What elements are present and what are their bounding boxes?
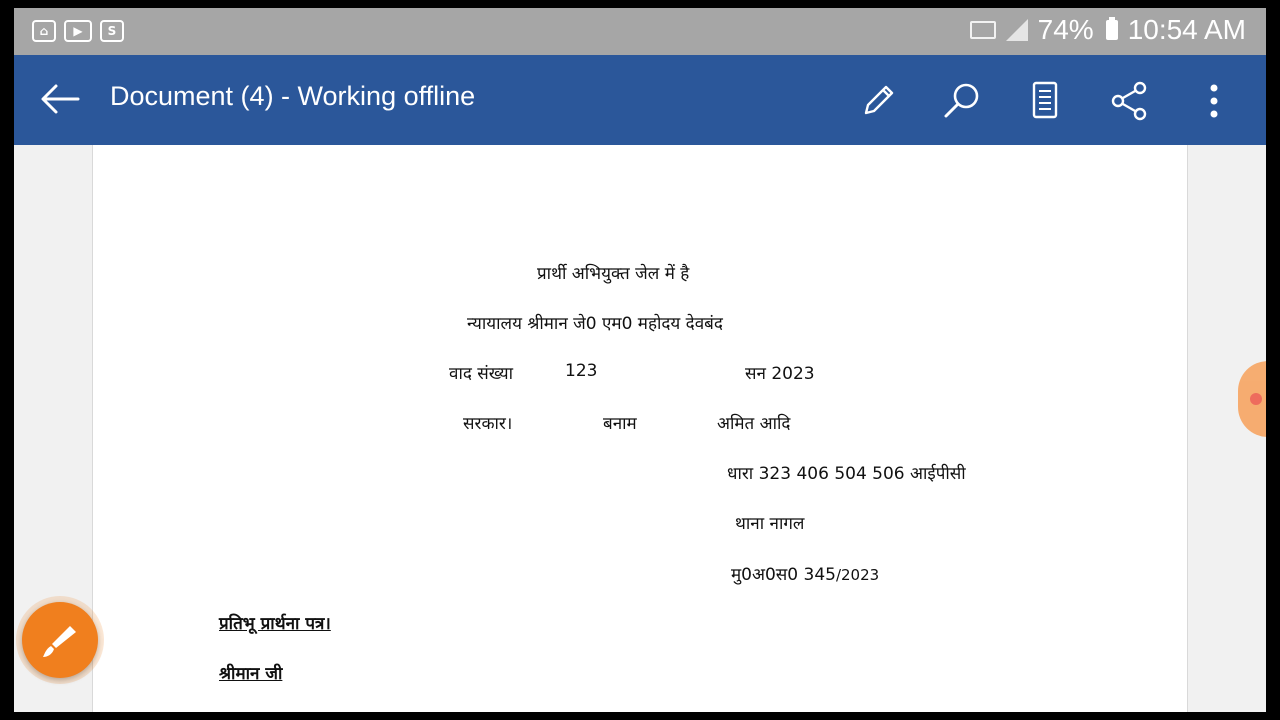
s-app-icon: S xyxy=(100,20,124,42)
edit-fab-button[interactable] xyxy=(22,602,98,678)
document-canvas[interactable]: प्रार्थी अभियुक्त जेल में है न्यायालय श्… xyxy=(14,145,1266,712)
clock: 10:54 AM xyxy=(1127,14,1246,45)
salutation: श्रीमान जी xyxy=(219,664,283,684)
status-notification-icons: ⌂ ▶ S xyxy=(32,20,124,42)
reading-view-icon xyxy=(1032,81,1058,119)
case-year: सन 2023 xyxy=(745,364,815,384)
search-icon xyxy=(944,83,979,118)
phone-screen: ⌂ ▶ S 74% 10:54 AM Document (4) - Workin… xyxy=(14,8,1266,712)
app-bar: Document (4) - Working offline xyxy=(14,55,1266,145)
case-reference-line: मु0अ0स0 345/2023 xyxy=(731,562,879,585)
battery-percent: 74% xyxy=(1037,14,1094,45)
back-arrow-icon xyxy=(41,84,80,114)
case-number-label: वाद संख्या xyxy=(449,364,513,384)
edit-button[interactable] xyxy=(856,79,900,123)
versus-label: बनाम xyxy=(603,414,637,434)
search-button[interactable] xyxy=(940,79,984,123)
back-button[interactable] xyxy=(38,79,82,119)
case-number-value: 123 xyxy=(565,361,598,381)
party-one: सरकार। xyxy=(463,414,513,434)
doc-line-1: प्रार्थी अभियुक्त जेल में है xyxy=(537,264,690,284)
doc-court-line: न्यायालय श्रीमान जे0 एम0 महोदय देवबंद xyxy=(467,314,723,334)
reading-view-button[interactable] xyxy=(1024,79,1068,123)
status-bar: ⌂ ▶ S 74% 10:54 AM xyxy=(14,8,1266,55)
edit-icon xyxy=(864,85,894,115)
bag-icon: ⌂ xyxy=(32,20,56,42)
document-title: Document (4) - Working offline xyxy=(110,81,476,111)
party-two: अमित आदि xyxy=(717,414,791,434)
video-icon: ▶ xyxy=(64,20,92,42)
police-station-line: थाना नागल xyxy=(735,514,805,534)
more-icon xyxy=(1210,84,1218,118)
more-options-button[interactable] xyxy=(1192,79,1236,123)
case-reference: मु0अ0स0 345 xyxy=(731,565,836,585)
share-icon xyxy=(1111,81,1147,121)
status-system-area: 74% 10:54 AM xyxy=(969,14,1246,46)
case-reference-year: /2023 xyxy=(835,566,880,584)
handle-dot-icon xyxy=(1250,393,1262,405)
share-button[interactable] xyxy=(1108,79,1152,123)
application-heading: प्रतिभू प्रार्थना पत्र। xyxy=(219,614,331,634)
signal-icon xyxy=(1005,19,1028,41)
brush-icon xyxy=(43,626,76,657)
sections-line: धारा 323 406 504 506 आईपीसी xyxy=(727,464,966,484)
battery-icon xyxy=(1105,17,1118,40)
document-page[interactable]: प्रार्थी अभियुक्त जेल में है न्यायालय श्… xyxy=(92,145,1188,712)
cast-icon xyxy=(969,21,996,39)
